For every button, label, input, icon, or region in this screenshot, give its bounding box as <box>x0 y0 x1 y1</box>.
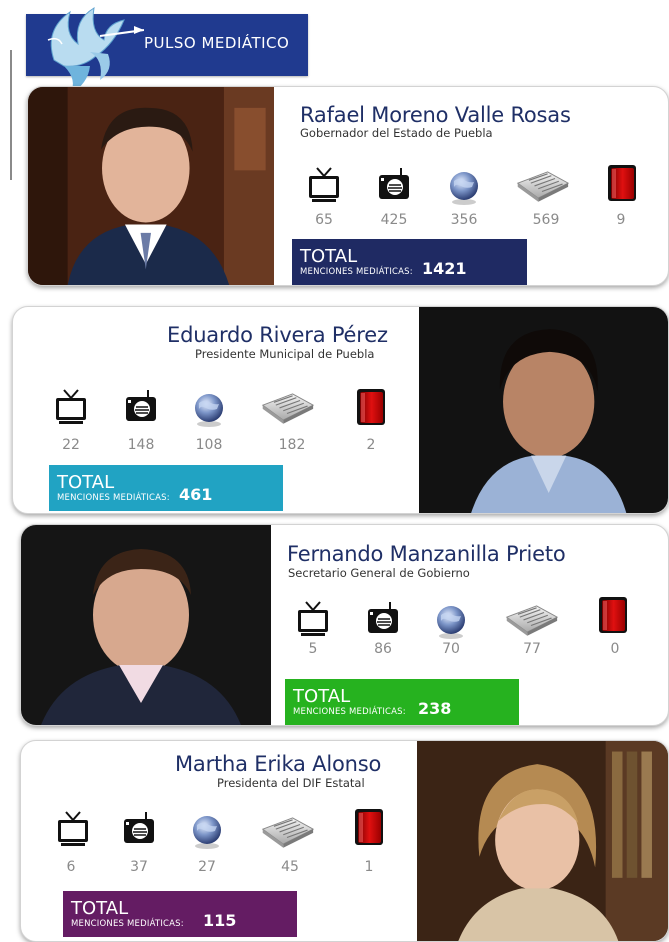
internet-globe-icon <box>187 811 227 851</box>
tv-icon <box>293 599 333 639</box>
newspaper-count: 182 <box>278 437 306 453</box>
politician-card-2: Eduardo Rivera Pérez Presidente Municipa… <box>12 306 669 514</box>
politician-name: Fernando Manzanilla Prieto <box>287 542 566 566</box>
total-sublabel: MENCIONES MEDIÁTICAS: <box>300 267 413 277</box>
tv-count: 65 <box>315 212 333 228</box>
total-value: 461 <box>179 485 213 504</box>
total-value: 115 <box>203 911 237 930</box>
politician-card-3: Fernando Manzanilla Prieto Secretario Ge… <box>20 524 669 726</box>
politician-role: Secretario General de Gobierno <box>288 566 470 580</box>
radio-icon <box>119 809 159 849</box>
magazine-icon <box>351 387 391 427</box>
internet-globe-icon <box>431 601 471 641</box>
politician-role: Gobernador del Estado de Puebla <box>300 126 493 140</box>
total-mentions-bar: TOTAL MENCIONES MEDIÁTICAS: 115 <box>63 891 297 937</box>
total-sublabel: MENCIONES MEDIÁTICAS: <box>293 707 406 717</box>
magazine-icon <box>602 163 642 203</box>
radio-count: 425 <box>380 212 408 228</box>
total-sublabel: MENCIONES MEDIÁTICAS: <box>71 919 184 929</box>
tv-icon <box>51 387 91 427</box>
newspaper-icon <box>514 165 570 205</box>
magazine-count: 0 <box>610 641 620 657</box>
tv-count: 22 <box>62 437 80 453</box>
internet-count: 108 <box>195 437 223 453</box>
radio-icon <box>363 599 403 639</box>
newspaper-icon <box>259 811 315 851</box>
magazine-count: 1 <box>364 859 374 875</box>
politician-role: Presidenta del DIF Estatal <box>217 776 365 790</box>
tv-icon <box>53 809 93 849</box>
politician-name: Eduardo Rivera Pérez <box>167 323 388 347</box>
total-value: 1421 <box>422 259 467 278</box>
total-label: TOTAL <box>71 898 129 919</box>
magazine-icon <box>349 807 389 847</box>
radio-count: 148 <box>127 437 155 453</box>
portrait-photo <box>417 741 668 941</box>
politician-card-4: Martha Erika Alonso Presidenta del DIF E… <box>20 740 669 942</box>
politician-name: Rafael Moreno Valle Rosas <box>300 103 571 127</box>
radio-count: 37 <box>130 859 148 875</box>
magazine-count: 2 <box>366 437 376 453</box>
tv-count: 6 <box>66 859 76 875</box>
tv-count: 5 <box>308 641 318 657</box>
magazine-icon <box>593 595 633 635</box>
internet-count: 70 <box>442 641 460 657</box>
left-edge-divider <box>0 50 12 180</box>
total-label: TOTAL <box>57 472 115 493</box>
portrait-photo <box>28 87 274 285</box>
internet-count: 27 <box>198 859 216 875</box>
politician-role: Presidente Municipal de Puebla <box>195 347 375 361</box>
newspaper-count: 77 <box>523 641 541 657</box>
radio-count: 86 <box>374 641 392 657</box>
total-value: 238 <box>418 699 452 718</box>
total-label: TOTAL <box>293 686 351 707</box>
portrait-photo <box>21 525 271 725</box>
internet-globe-icon <box>444 167 484 207</box>
portrait-photo <box>419 307 668 513</box>
politician-card-1: Rafael Moreno Valle Rosas Gobernador del… <box>27 86 669 286</box>
radio-icon <box>374 165 414 205</box>
politician-name: Martha Erika Alonso <box>175 752 382 776</box>
internet-count: 356 <box>450 212 478 228</box>
total-mentions-bar: TOTAL MENCIONES MEDIÁTICAS: 461 <box>49 465 283 511</box>
newspaper-count: 569 <box>532 212 560 228</box>
newspaper-icon <box>503 599 559 639</box>
newspaper-icon <box>259 387 315 427</box>
internet-globe-icon <box>189 389 229 429</box>
tv-icon <box>304 165 344 205</box>
total-mentions-bar: TOTAL MENCIONES MEDIÁTICAS: 1421 <box>292 239 527 285</box>
magazine-count: 9 <box>616 212 626 228</box>
radio-icon <box>121 387 161 427</box>
newspaper-count: 45 <box>281 859 299 875</box>
total-label: TOTAL <box>300 246 358 267</box>
brand-bird-logo-icon <box>34 0 144 96</box>
total-mentions-bar: TOTAL MENCIONES MEDIÁTICAS: 238 <box>285 679 519 725</box>
brand-title: PULSO MEDIÁTICO <box>144 34 290 52</box>
total-sublabel: MENCIONES MEDIÁTICAS: <box>57 493 170 503</box>
